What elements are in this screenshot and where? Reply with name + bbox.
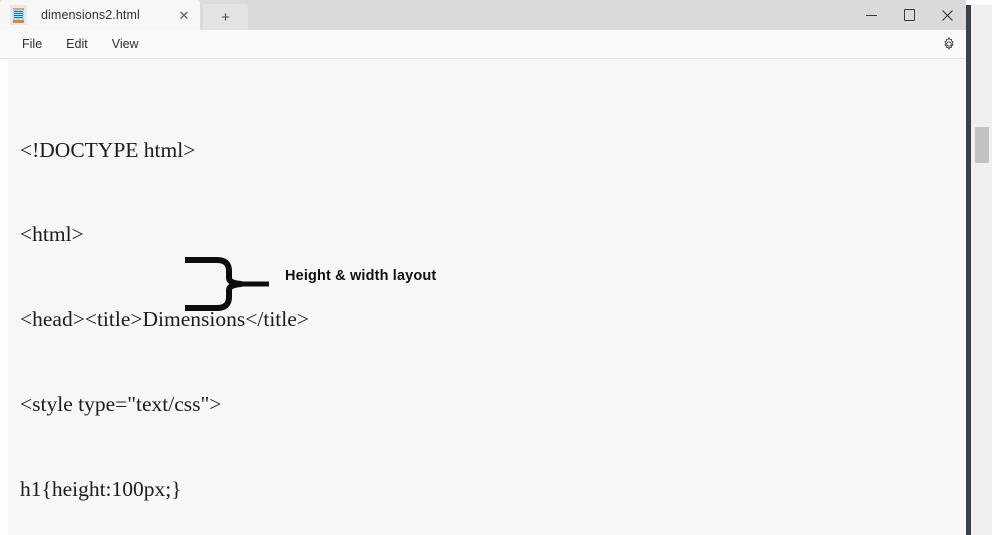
code-line: <style type="text/css"> [20,392,222,417]
code-line: h1{height:100px;} [20,477,182,502]
scrollbar-thumb[interactable] [975,127,989,163]
maximize-button[interactable] [890,0,928,30]
code-line: <html> [20,222,84,247]
code-line: <head><title>Dimensions</title> [20,307,309,332]
menu-bar: File Edit View [0,30,966,59]
window-close-button[interactable] [928,0,966,30]
close-icon[interactable]: ✕ [172,9,196,22]
tab-strip-empty-area [248,0,852,30]
top-right-corner [966,0,992,5]
gear-icon[interactable] [932,30,966,58]
new-tab-button[interactable]: + [203,4,248,30]
code-editor-area[interactable]: <!DOCTYPE html> <html> <head><title>Dime… [0,59,966,535]
menu-item-view[interactable]: View [100,30,151,58]
left-gutter [0,59,8,535]
editor-window: dimensions2.html ✕ + File Edit View <!DO… [0,0,992,535]
tab-dimensions2-html[interactable]: dimensions2.html ✕ [0,0,200,30]
vertical-scrollbar[interactable] [971,0,992,535]
window-controls [852,0,966,30]
menu-item-file[interactable]: File [10,30,54,58]
tab-title: dimensions2.html [41,8,140,22]
title-bar: dimensions2.html ✕ + [0,0,966,30]
code-line: <!DOCTYPE html> [20,137,196,162]
minimize-button[interactable] [852,0,890,30]
tab-strip: dimensions2.html ✕ + [0,0,852,30]
menu-item-edit[interactable]: Edit [54,30,100,58]
notepad-document-icon [10,5,27,25]
code-text[interactable]: <!DOCTYPE html> <html> <head><title>Dime… [20,79,954,535]
